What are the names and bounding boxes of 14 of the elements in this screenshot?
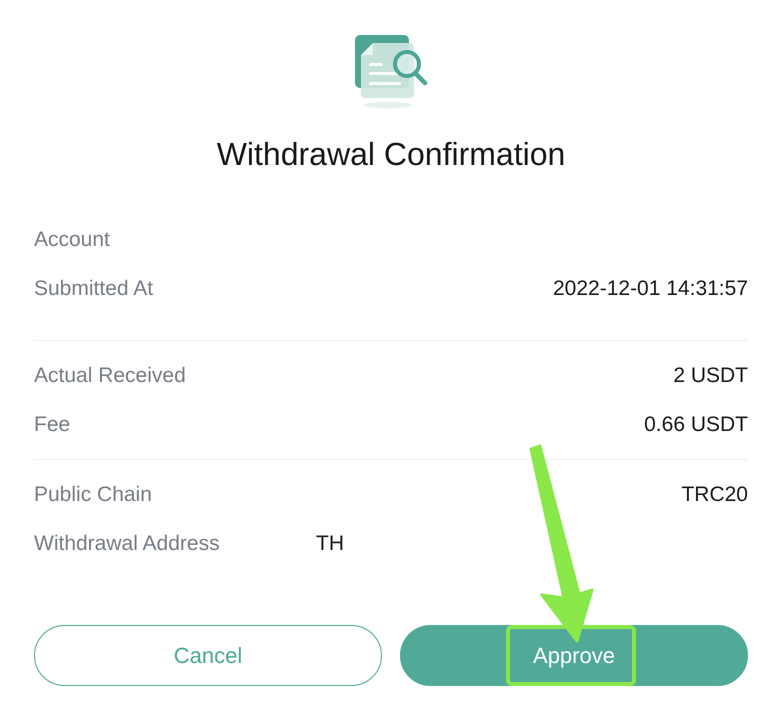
field-value: 2022-12-01 14:31:57 xyxy=(553,276,748,302)
field-label: Withdrawal Address xyxy=(34,530,220,556)
field-label: Fee xyxy=(34,412,70,438)
field-label: Submitted At xyxy=(34,276,154,302)
approve-button[interactable]: Approve xyxy=(400,625,748,686)
dialog-title: Withdrawal Confirmation xyxy=(216,135,566,173)
field-value: 2 USDT xyxy=(673,362,748,388)
field-label: Account xyxy=(34,226,110,252)
field-label: Actual Received xyxy=(34,362,186,388)
cancel-button[interactable]: Cancel xyxy=(34,625,382,686)
field-label: Public Chain xyxy=(34,482,152,508)
field-value: TH xyxy=(316,530,344,556)
field-value: TRC20 xyxy=(681,482,748,508)
field-value: 0.66 USDT xyxy=(644,412,748,438)
